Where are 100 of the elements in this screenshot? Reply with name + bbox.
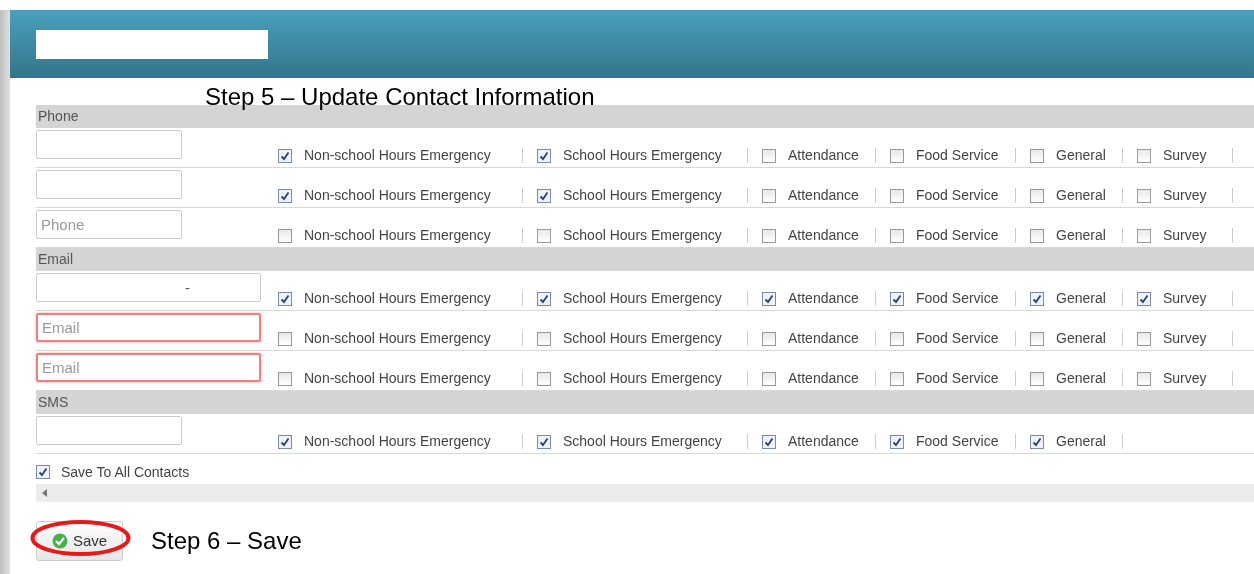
checkbox[interactable] xyxy=(537,228,551,243)
checkbox[interactable] xyxy=(36,465,50,479)
checkbox[interactable] xyxy=(537,148,551,163)
option-label: Non-school Hours Emergency xyxy=(304,146,491,165)
check-circle-icon xyxy=(51,533,68,549)
save-all-label: Save To All Contacts xyxy=(61,462,190,482)
option-label: General xyxy=(1056,329,1106,348)
contact-input[interactable] xyxy=(36,130,182,159)
check-icon xyxy=(764,293,774,304)
option-label: School Hours Emergency xyxy=(563,329,722,348)
option-label: General xyxy=(1056,289,1106,308)
option-label: Non-school Hours Emergency xyxy=(304,289,491,308)
option-label: School Hours Emergency xyxy=(563,369,722,388)
check-icon xyxy=(539,293,549,304)
checkbox[interactable] xyxy=(762,434,776,449)
contact-input[interactable]: Email xyxy=(36,313,261,342)
section-header: Email xyxy=(36,248,1254,271)
option-label: School Hours Emergency xyxy=(563,146,722,165)
check-icon xyxy=(1032,293,1042,304)
check-icon xyxy=(1032,436,1042,447)
checkbox[interactable] xyxy=(762,291,776,306)
checkbox[interactable] xyxy=(537,331,551,346)
check-icon xyxy=(280,190,290,201)
checkbox[interactable] xyxy=(537,371,551,386)
option-label: Attendance xyxy=(788,432,859,451)
check-icon xyxy=(1139,293,1149,304)
option-label: Non-school Hours Emergency xyxy=(304,369,491,388)
contact-input[interactable]: - xyxy=(36,273,261,302)
checkbox[interactable] xyxy=(890,371,904,386)
checkbox[interactable] xyxy=(1030,148,1044,163)
horizontal-scrollbar[interactable] xyxy=(36,484,1254,502)
option-label: Survey xyxy=(1163,146,1207,165)
check-icon xyxy=(892,293,902,304)
checkbox[interactable] xyxy=(1137,331,1151,346)
option-label: Non-school Hours Emergency xyxy=(304,329,491,348)
option-label: Attendance xyxy=(788,289,859,308)
contact-input[interactable]: Email xyxy=(36,353,261,382)
option-label: Attendance xyxy=(788,329,859,348)
option-label: Food Service xyxy=(916,186,999,205)
checkbox[interactable] xyxy=(537,188,551,203)
checkbox[interactable] xyxy=(278,148,292,163)
checkbox[interactable] xyxy=(762,148,776,163)
contact-input[interactable] xyxy=(36,170,182,199)
option-label: Survey xyxy=(1163,369,1207,388)
option-label: General xyxy=(1056,432,1106,451)
option-label: School Hours Emergency xyxy=(563,226,722,245)
check-icon xyxy=(892,436,902,447)
checkbox[interactable] xyxy=(1030,331,1044,346)
checkbox[interactable] xyxy=(1137,371,1151,386)
option-label: Food Service xyxy=(916,432,999,451)
checkbox[interactable] xyxy=(1137,148,1151,163)
check-icon xyxy=(280,293,290,304)
checkbox[interactable] xyxy=(1030,371,1044,386)
option-label: Attendance xyxy=(788,186,859,205)
check-icon xyxy=(764,436,774,447)
option-label: General xyxy=(1056,369,1106,388)
option-label: General xyxy=(1056,146,1106,165)
checkbox[interactable] xyxy=(278,228,292,243)
check-icon xyxy=(280,150,290,161)
option-label: General xyxy=(1056,226,1106,245)
checkbox[interactable] xyxy=(1030,291,1044,306)
checkbox[interactable] xyxy=(890,148,904,163)
option-label: Food Service xyxy=(916,226,999,245)
checkbox[interactable] xyxy=(762,371,776,386)
checkbox[interactable] xyxy=(890,228,904,243)
checkbox[interactable] xyxy=(1137,291,1151,306)
check-icon xyxy=(539,150,549,161)
option-label: General xyxy=(1056,186,1106,205)
checkbox[interactable] xyxy=(762,188,776,203)
option-label: Survey xyxy=(1163,226,1207,245)
checkbox[interactable] xyxy=(278,188,292,203)
checkbox[interactable] xyxy=(890,188,904,203)
checkbox[interactable] xyxy=(890,331,904,346)
checkbox[interactable] xyxy=(278,371,292,386)
checkbox[interactable] xyxy=(762,228,776,243)
checkbox[interactable] xyxy=(890,434,904,449)
checkbox[interactable] xyxy=(1137,228,1151,243)
checkbox[interactable] xyxy=(278,291,292,306)
option-label: Food Service xyxy=(916,369,999,388)
option-label: Food Service xyxy=(916,146,999,165)
checkbox[interactable] xyxy=(890,291,904,306)
contact-input[interactable]: Phone xyxy=(36,210,182,239)
checkbox[interactable] xyxy=(278,331,292,346)
checkbox[interactable] xyxy=(762,331,776,346)
step-annotation: Step 6 – Save xyxy=(151,526,302,556)
option-label: Non-school Hours Emergency xyxy=(304,226,491,245)
option-label: Attendance xyxy=(788,226,859,245)
checkbox[interactable] xyxy=(537,291,551,306)
check-icon xyxy=(280,436,290,447)
contact-input[interactable] xyxy=(36,416,182,445)
checkbox[interactable] xyxy=(1030,188,1044,203)
option-label: Food Service xyxy=(916,329,999,348)
checkbox[interactable] xyxy=(1030,228,1044,243)
checkbox[interactable] xyxy=(1030,434,1044,449)
checkbox[interactable] xyxy=(278,434,292,449)
checkbox[interactable] xyxy=(1137,188,1151,203)
option-label: Non-school Hours Emergency xyxy=(304,432,491,451)
scroll-left-icon[interactable] xyxy=(42,489,47,497)
checkbox[interactable] xyxy=(537,434,551,449)
option-label: Non-school Hours Emergency xyxy=(304,186,491,205)
